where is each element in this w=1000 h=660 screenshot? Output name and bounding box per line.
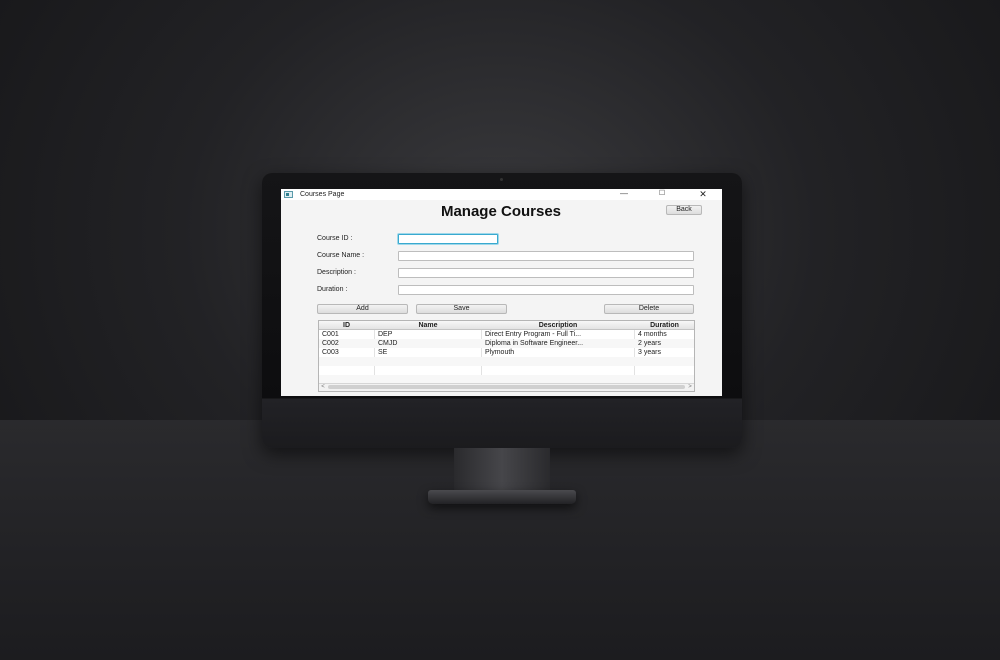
- table-row-empty: [319, 375, 694, 383]
- cell-id: C002: [322, 340, 339, 347]
- cell-description: Diploma in Software Engineer...: [485, 340, 584, 347]
- scroll-right-icon[interactable]: >: [686, 384, 694, 391]
- close-icon[interactable]: ✕: [696, 189, 710, 200]
- horizontal-scrollbar[interactable]: < >: [319, 383, 694, 391]
- cell-name: SE: [378, 349, 388, 356]
- cell-duration: 3 years: [638, 349, 661, 356]
- save-button[interactable]: Save: [416, 304, 507, 314]
- add-button[interactable]: Add: [317, 304, 408, 314]
- course-name-label: Course Name :: [317, 252, 365, 259]
- cell-id: C003: [322, 349, 339, 356]
- scrollbar-thumb[interactable]: [328, 385, 685, 389]
- description-input[interactable]: [398, 268, 694, 278]
- duration-input[interactable]: [398, 285, 694, 295]
- cell-name: CMJD: [378, 340, 398, 347]
- column-header-description[interactable]: Description: [482, 321, 634, 330]
- description-label: Description :: [317, 269, 356, 276]
- course-name-input[interactable]: [398, 251, 694, 261]
- cell-duration: 2 years: [638, 340, 661, 347]
- cell-duration: 4 months: [638, 331, 667, 338]
- table-row[interactable]: C002 CMJD Diploma in Software Engineer..…: [319, 339, 694, 348]
- delete-button[interactable]: Delete: [604, 304, 694, 314]
- duration-label: Duration :: [317, 286, 348, 293]
- page-title: Manage Courses: [440, 203, 562, 220]
- maximize-icon[interactable]: ☐: [655, 189, 669, 200]
- minimize-icon[interactable]: —: [617, 189, 631, 200]
- cell-id: C001: [322, 331, 339, 338]
- column-header-id[interactable]: ID: [319, 321, 374, 330]
- window-title: Courses Page: [300, 191, 345, 198]
- table-row-empty: [319, 357, 694, 366]
- scroll-left-icon[interactable]: <: [319, 384, 327, 391]
- window-titlebar: Courses Page — ☐ ✕: [281, 189, 722, 200]
- column-header-duration[interactable]: Duration: [635, 321, 694, 330]
- webcam-dot: [500, 178, 503, 181]
- column-header-name[interactable]: Name: [375, 321, 481, 330]
- table-row-empty: [319, 366, 694, 375]
- courses-table[interactable]: ID Name Description Duration C001 DEP Di…: [318, 320, 695, 392]
- monitor-stand-neck: [454, 448, 550, 492]
- table-row[interactable]: C001 DEP Direct Entry Program - Full Ti.…: [319, 330, 694, 339]
- course-id-input[interactable]: [398, 234, 498, 244]
- cell-description: Plymouth: [485, 349, 515, 356]
- table-header: ID Name Description Duration: [319, 321, 694, 330]
- monitor-stand-foot: [428, 490, 576, 504]
- cell-name: DEP: [378, 331, 393, 338]
- cell-description: Direct Entry Program - Full Ti...: [485, 331, 582, 338]
- app-icon: [284, 191, 293, 198]
- app-window: Courses Page — ☐ ✕ Manage Courses Back C…: [281, 189, 722, 396]
- course-id-label: Course ID :: [317, 235, 353, 242]
- back-button[interactable]: Back: [666, 205, 702, 215]
- table-row[interactable]: C003 SE Plymouth 3 years: [319, 348, 694, 357]
